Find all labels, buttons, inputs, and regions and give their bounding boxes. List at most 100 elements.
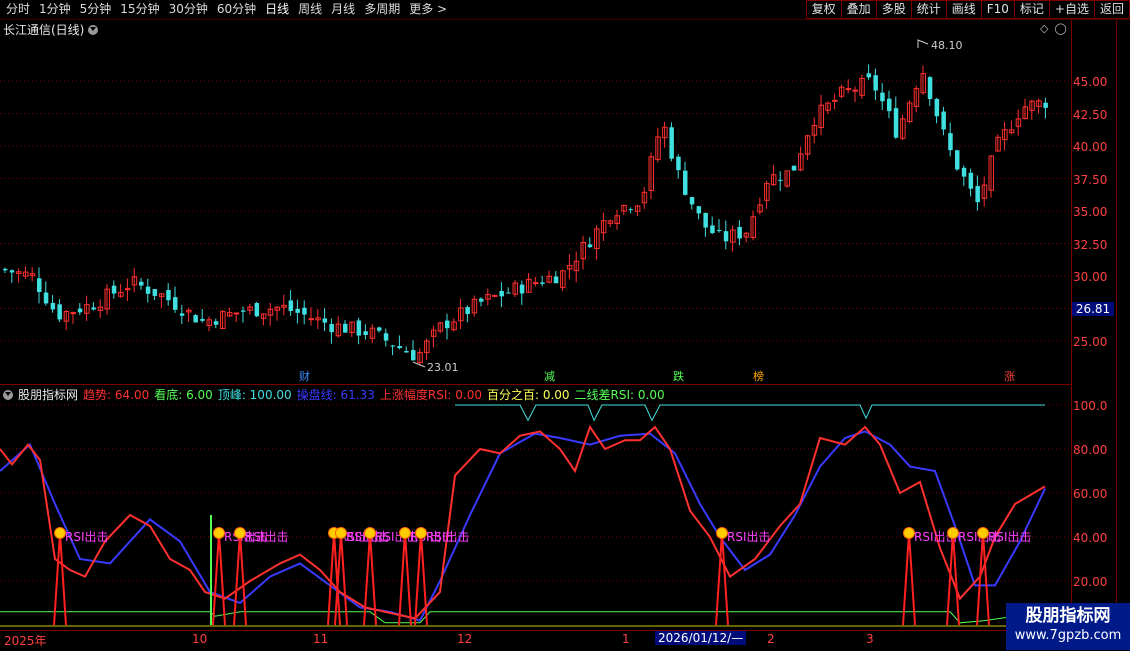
candle-body (233, 312, 240, 315)
event-marker-rise[interactable]: 涨 (1003, 370, 1016, 383)
candle-body (689, 197, 695, 205)
candle-body (139, 281, 144, 286)
date-label: 3 (866, 632, 874, 646)
indicator-name[interactable]: 股朋指标网 (18, 386, 78, 403)
candle-body (968, 172, 974, 189)
chart-canvas[interactable]: 48.1023.01 RSI出击 RSI出击RSI出击 RSI出击RSI出击RSI出… (0, 0, 1130, 650)
candle-body (791, 165, 797, 171)
candle-body (295, 308, 300, 313)
indicator-tick: 80.00 (1073, 443, 1108, 457)
rsi-signal-label: RSI出击 (65, 530, 109, 544)
candle-body (145, 286, 151, 294)
indicator-value-trend: 趋势: 64.00 (83, 388, 150, 402)
candle-body (540, 282, 545, 284)
candle-body (519, 284, 525, 294)
candle-body (200, 318, 205, 321)
indicator-tick: 60.00 (1073, 487, 1108, 501)
high-marker (917, 39, 929, 48)
price-tick: 42.50 (1073, 108, 1108, 122)
panel-control-icons[interactable]: ◇◯ (1040, 22, 1073, 35)
candle-body (397, 345, 402, 349)
candle-body (356, 320, 362, 336)
candle-body (241, 310, 246, 312)
price-tick: 45.00 (1073, 75, 1108, 89)
candle-body (445, 320, 450, 329)
smiley-icon (947, 527, 959, 539)
candle-body (499, 290, 504, 297)
event-marker-financial[interactable]: 财 (298, 370, 311, 383)
smiley-icon (364, 527, 376, 539)
candle-body (9, 270, 15, 273)
candle-body (893, 108, 899, 138)
rsi-signal-label: RSI出击 (727, 530, 771, 544)
candle-body (934, 98, 940, 117)
indicator-value-peak: 顶峰: 100.00 (217, 388, 292, 402)
candle-body (37, 278, 42, 292)
dropdown-circle-icon[interactable] (88, 24, 99, 35)
date-label: 2 (767, 632, 775, 646)
bottom-line (0, 611, 1046, 624)
price-panel-title[interactable]: 长江通信(日线) (3, 21, 99, 38)
price-tick: 37.50 (1073, 173, 1108, 187)
candle-body (322, 318, 328, 323)
indicator-header: 股朋指标网 趋势: 64.00 看底: 6.00 顶峰: 100.00 操盘线:… (3, 386, 665, 403)
candle-body (50, 302, 56, 310)
candle-body (111, 285, 117, 294)
indicator-value-hundred: 百分之百: 0.00 (486, 388, 570, 402)
candle-body (683, 170, 688, 195)
candle-body (880, 92, 885, 102)
candle-body (302, 307, 307, 315)
candle-body (717, 229, 722, 231)
trend-line (0, 424, 1046, 620)
candle-body (676, 156, 681, 171)
candle-body (553, 276, 559, 284)
candle-body (213, 321, 219, 325)
watermark-logo: 股朋指标网 www.7gpzb.com (1006, 603, 1130, 650)
dropdown-circle-icon[interactable] (3, 389, 13, 400)
panel-divider (0, 384, 1071, 385)
event-marker-fall[interactable]: 跌 (672, 370, 685, 383)
rsi-spike (233, 532, 247, 626)
watermark-url: www.7gpzb.com (1014, 628, 1122, 643)
candle-body (669, 127, 674, 159)
candle-body (3, 268, 8, 271)
price-tick: 35.00 (1073, 205, 1108, 219)
smiley-icon (54, 527, 66, 539)
candle-body (43, 292, 49, 304)
candle-body (390, 345, 396, 347)
candle-body (343, 323, 348, 333)
candle-body (941, 111, 946, 130)
high-price-label: 48.10 (931, 39, 963, 52)
candle-body (778, 179, 783, 181)
candle-body (961, 167, 967, 177)
candle-body (363, 331, 368, 335)
candle-body (166, 290, 171, 301)
smiley-icon (977, 527, 989, 539)
smiley-icon (415, 527, 427, 539)
indicator-value-rise-rsi: 上涨幅度RSI: 0.00 (379, 388, 482, 402)
date-label: 1 (622, 632, 630, 646)
candle-body (703, 212, 708, 228)
rsi-signal-label: RSI出击 (245, 530, 289, 544)
rsi-spike (53, 532, 67, 626)
event-marker-reduce[interactable]: 减 (543, 370, 556, 383)
indicator-value-trade-line: 操盘线: 61.33 (296, 388, 375, 402)
candle-body (955, 150, 960, 170)
candle-body (1043, 102, 1048, 108)
smiley-icon (903, 527, 915, 539)
candle-body (532, 282, 539, 285)
candle-body (329, 324, 334, 333)
date-label: 10 (192, 632, 208, 646)
smiley-icon (213, 527, 225, 539)
side-strip (1116, 20, 1130, 630)
candle-body (91, 307, 96, 310)
indicator-value-bottom: 看底: 6.00 (154, 388, 213, 402)
candle-body (70, 312, 76, 315)
event-marker-list[interactable]: 榜 (752, 370, 765, 383)
low-price-label: 23.01 (427, 361, 459, 374)
peak-line (455, 404, 1045, 422)
candle-body (383, 333, 389, 341)
date-axis: 2025年 10 11 12 1 2 3 (0, 630, 1071, 651)
date-cursor-label: 2026/01/12/— (655, 631, 747, 645)
current-price-badge: 26.81 (1072, 302, 1114, 316)
